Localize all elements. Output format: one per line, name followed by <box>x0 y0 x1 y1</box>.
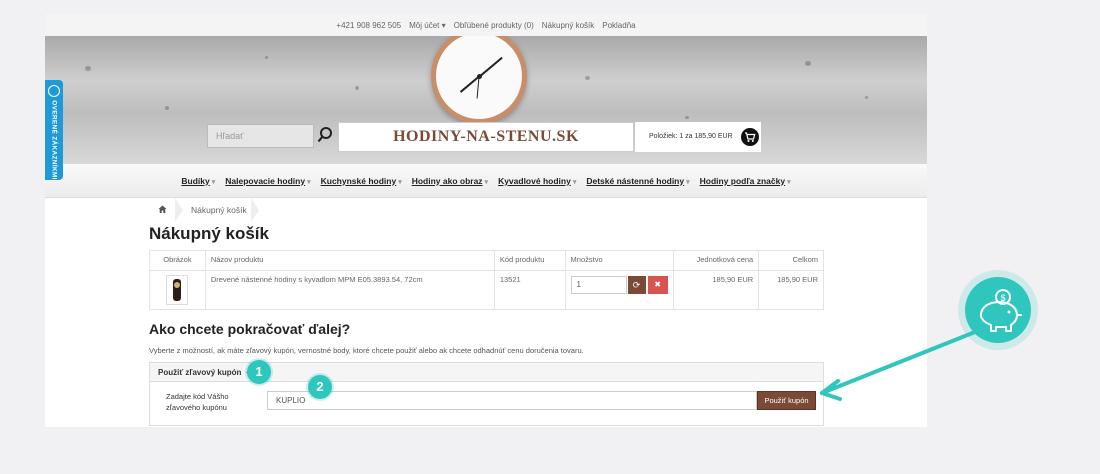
col-name: Názov produktu <box>204 250 495 271</box>
nav-item-znacky[interactable]: Hodiny podľa značky ▾ <box>700 176 791 186</box>
coupon-input[interactable]: KUPLIO <box>267 391 757 410</box>
chevron-down-icon: ▾ <box>398 178 402 186</box>
product-code: 13521 <box>493 270 566 310</box>
chevron-down-icon: ▾ <box>211 178 216 186</box>
breadcrumb-separator <box>250 198 259 222</box>
breadcrumb: Nákupný košík <box>153 198 267 222</box>
chevron-down-icon: ▾ <box>787 178 791 186</box>
clock-logo-icon <box>431 36 527 124</box>
nav-item-kyvadlove[interactable]: Kyvadlové hodiny ▾ <box>498 176 576 186</box>
favorites-link[interactable]: Obľúbené produkty (0) <box>454 21 534 30</box>
nav-item-obraz[interactable]: Hodiny ako obraz ▾ <box>412 176 488 186</box>
verified-reviews-label: OVERENÉ ZÁKAZNÍKMI <box>50 100 58 180</box>
chevron-down-icon: ▾ <box>441 20 446 30</box>
col-code: Kód produktu <box>493 250 566 271</box>
col-unit-price: Jednotková cena <box>672 250 760 271</box>
breadcrumb-current[interactable]: Nákupný košík <box>191 205 247 215</box>
chevron-down-icon: ▾ <box>572 178 577 186</box>
apply-coupon-button[interactable]: Použiť kupón <box>757 391 816 410</box>
step-badge-1: 1 <box>247 360 271 384</box>
account-link[interactable]: Môj účet ▾ <box>409 21 445 30</box>
quantity-cell: 1 ⟳ ✖ <box>564 270 674 310</box>
product-image-cell <box>149 270 206 310</box>
product-name[interactable]: Drevené nástenné hodiny s kyvadlom MPM E… <box>204 270 495 310</box>
nav-item-kuchynske[interactable]: Kuchynské hodiny ▾ <box>321 176 402 186</box>
page-title: Nákupný košík <box>149 224 269 243</box>
phone-number: +421 908 962 505 <box>336 20 402 30</box>
quantity-input[interactable]: 1 <box>570 276 627 294</box>
table-row: Drevené nástenné hodiny s kyvadlom MPM E… <box>149 270 824 310</box>
product-thumbnail[interactable] <box>166 275 189 305</box>
coupon-label: Zadajte kód Vášho zľavového kupónu <box>166 392 229 412</box>
nav-item-nalepovacie[interactable]: Nalepovacie hodiny ▾ <box>225 176 310 186</box>
checkout-link[interactable]: Pokladňa <box>602 21 635 30</box>
unit-price: 185,90 EUR <box>672 270 760 310</box>
cart-table: Obrázok Názov produktu Kód produktu Množ… <box>149 250 824 310</box>
main-navigation: Budíky ▾ Nalepovacie hodiny ▾ Kuchynské ho… <box>45 164 927 198</box>
line-total: 185,90 EUR <box>758 270 824 310</box>
breadcrumb-separator <box>175 198 183 222</box>
chevron-down-icon: ▾ <box>307 178 311 186</box>
next-steps-description: Vyberte z možností, ak máte zľavový kupó… <box>149 346 584 355</box>
globe-icon <box>48 85 60 97</box>
col-quantity: Množstvo <box>564 250 674 271</box>
search-input[interactable]: Hľadať <box>207 124 314 148</box>
next-steps-title: Ako chcete pokračovať ďalej? <box>149 321 351 337</box>
table-header-row: Obrázok Názov produktu Kód produktu Množ… <box>149 250 824 271</box>
home-icon[interactable] <box>153 205 171 216</box>
step-badge-2: 2 <box>308 375 332 399</box>
remove-icon[interactable]: ✖ <box>647 275 668 294</box>
verified-reviews-tab[interactable]: OVERENÉ ZÁKAZNÍKMI <box>45 80 63 180</box>
cart-link[interactable]: Nákupný košík <box>542 21 594 30</box>
nav-item-budiky[interactable]: Budíky ▾ <box>181 176 215 186</box>
top-links-bar: +421 908 962 505 Môj účet ▾ Obľúbené pro… <box>45 14 927 36</box>
search-icon[interactable] <box>317 126 333 144</box>
cart-icon[interactable] <box>741 128 759 146</box>
nav-item-detske[interactable]: Detské nástenné hodiny ▾ <box>586 176 689 186</box>
refresh-icon[interactable]: ⟳ <box>627 275 646 294</box>
col-total: Celkom <box>758 250 824 271</box>
chevron-down-icon: ▾ <box>686 178 690 186</box>
piggy-bank-icon: $ <box>958 270 1038 350</box>
chevron-down-icon: ▾ <box>484 178 489 186</box>
site-logo[interactable]: HODINY-NA-STENU.SK <box>338 122 634 152</box>
col-image: Obrázok <box>149 250 206 271</box>
web-page: +421 908 962 505 Môj účet ▾ Obľúbené pro… <box>45 14 927 427</box>
